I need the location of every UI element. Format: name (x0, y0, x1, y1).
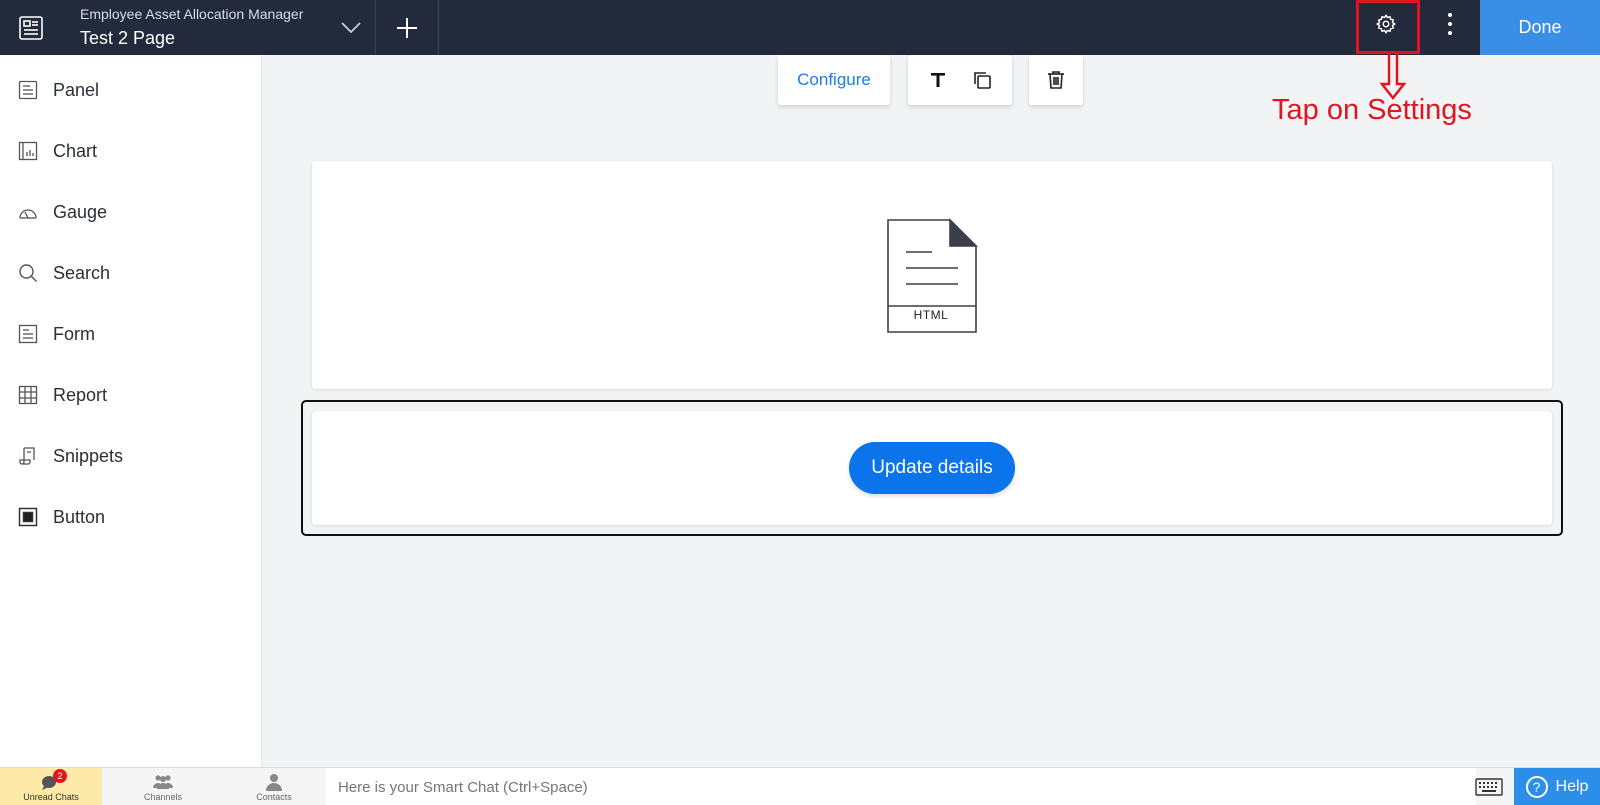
sidebar-item-label: Search (53, 262, 111, 283)
sidebar-item-gauge[interactable]: Gauge (0, 187, 262, 237)
html-snippet-card[interactable]: HTML (312, 161, 1552, 389)
sidebar-item-snippets[interactable]: Snippets (0, 431, 262, 481)
sidebar-item-button[interactable]: Button (0, 492, 262, 542)
contacts-tab[interactable]: Contacts (223, 768, 325, 805)
settings-highlight-box (1356, 0, 1420, 54)
page-switcher-chevron-icon[interactable] (335, 12, 367, 44)
sidebar-item-label: Report (53, 384, 108, 405)
help-button[interactable]: ? Help (1514, 768, 1600, 805)
text-format-button[interactable] (924, 66, 952, 94)
vertical-dots-icon (1448, 12, 1452, 35)
button-icon (17, 506, 39, 528)
sidebar-item-chart[interactable]: Chart (0, 126, 262, 176)
unread-chats-label: Unread Chats (23, 791, 79, 802)
smart-chat-input[interactable] (326, 768, 1476, 805)
sidebar-item-label: Form (53, 323, 95, 344)
app-name: Employee Asset Allocation Manager (80, 6, 304, 22)
sidebar-item-panel[interactable]: Panel (0, 65, 262, 115)
contacts-label: Contacts (256, 791, 292, 802)
sidebar-item-label: Chart (53, 140, 98, 161)
page-titles: Employee Asset Allocation Manager Test 2… (80, 5, 303, 51)
text-icon (931, 73, 945, 87)
duplicate-button[interactable] (968, 66, 996, 94)
page-name: Test 2 Page (80, 28, 176, 48)
unread-chats-tab[interactable]: 2 Unread Chats (0, 768, 102, 805)
sidebar-item-report[interactable]: Report (0, 370, 262, 420)
trash-icon (1048, 71, 1064, 89)
sidebar-item-label: Panel (53, 79, 100, 100)
done-button[interactable]: Done (1480, 0, 1600, 55)
bottom-bar: 2 Unread Chats Channels Contacts ? Help (0, 767, 1600, 805)
search-icon (17, 262, 39, 284)
report-icon (17, 384, 39, 406)
html-label: HTML (913, 308, 949, 322)
configure-button[interactable]: Configure (778, 55, 890, 105)
update-details-button[interactable]: Update details (849, 442, 1015, 494)
add-page-button[interactable] (376, 0, 438, 55)
gauge-icon (17, 201, 39, 223)
person-icon (263, 773, 285, 791)
chat-bubble-icon: 2 (40, 768, 67, 791)
component-sidebar: Panel Chart Gauge Search Form Report Sni… (0, 55, 262, 767)
unread-count-badge: 2 (53, 768, 67, 783)
divider (438, 0, 439, 55)
copy-icon (974, 72, 991, 89)
panel-icon (17, 79, 39, 101)
sidebar-item-label: Snippets (53, 445, 124, 466)
form-icon (17, 323, 39, 345)
component-tools (908, 55, 1012, 105)
keyboard-icon[interactable] (1475, 776, 1503, 798)
app-icon[interactable] (0, 0, 62, 55)
chart-icon (17, 140, 39, 162)
button-component-card[interactable]: Update details (312, 411, 1552, 525)
annotation-text: Tap on Settings (1272, 94, 1472, 126)
snippets-icon (17, 445, 39, 467)
sidebar-item-search[interactable]: Search (0, 248, 262, 298)
channels-label: Channels (143, 791, 183, 802)
help-label: Help (1555, 778, 1589, 795)
question-mark-icon: ? (1525, 776, 1548, 798)
sidebar-item-label: Button (53, 506, 106, 527)
delete-button[interactable] (1029, 55, 1083, 105)
group-icon (152, 773, 174, 791)
more-options-button[interactable] (1432, 0, 1468, 47)
channels-tab[interactable]: Channels (112, 768, 214, 805)
sidebar-item-label: Gauge (53, 201, 108, 222)
sidebar-item-form[interactable]: Form (0, 309, 262, 359)
